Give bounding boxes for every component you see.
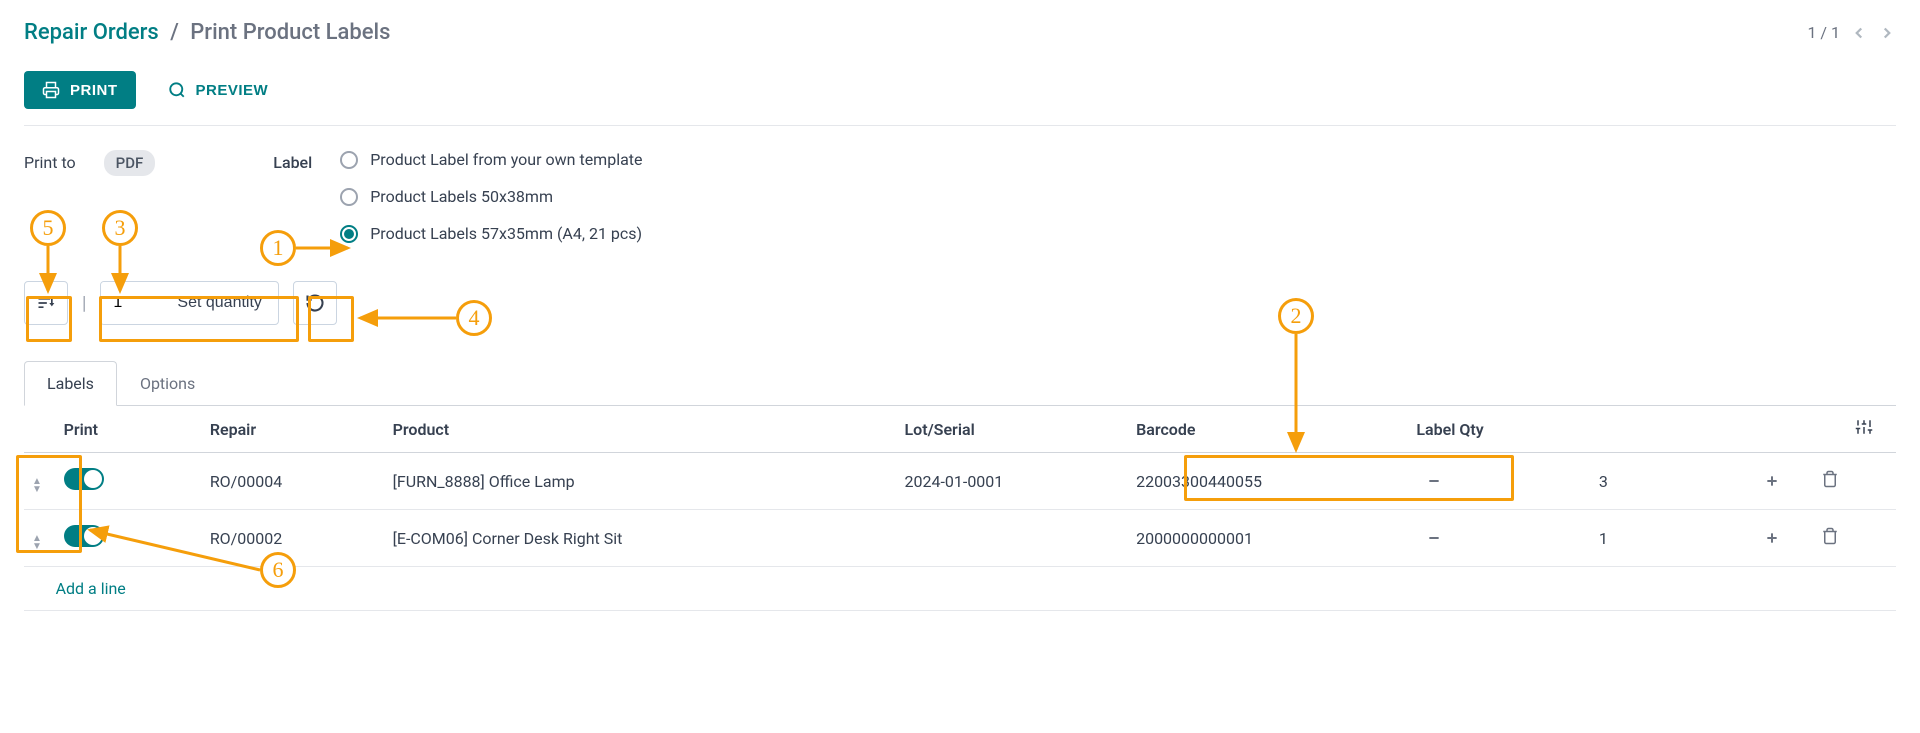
breadcrumb: Repair Orders / Print Product Labels [24, 20, 390, 45]
undo-icon [305, 293, 325, 313]
sliders-icon [1855, 418, 1873, 436]
cell-lot[interactable]: 2024-01-0001 [897, 453, 1129, 510]
header-lot: Lot/Serial [897, 406, 1129, 453]
radio-option-label: Product Label from your own template [370, 150, 642, 169]
label-radio-group: Product Label from your own template Pro… [340, 150, 642, 243]
plus-icon [1764, 473, 1780, 489]
qty-stepper: 1 [1416, 522, 1790, 554]
header-print: Print [56, 406, 202, 453]
action-bar: PRINT PREVIEW [24, 63, 1896, 126]
radio-circle-icon [340, 225, 358, 243]
pager: 1 / 1 [1807, 23, 1896, 42]
print-to-value[interactable]: PDF [104, 150, 156, 176]
trash-icon [1821, 470, 1839, 488]
sort-desc-icon [36, 293, 56, 313]
tab-options[interactable]: Options [117, 361, 218, 406]
divider: | [82, 293, 86, 314]
preview-button-label: PREVIEW [196, 82, 269, 99]
search-icon [168, 81, 186, 99]
print-toggle[interactable] [64, 468, 104, 490]
header-repair: Repair [202, 406, 385, 453]
qty-stepper: 3 [1416, 465, 1790, 497]
breadcrumb-root[interactable]: Repair Orders [24, 20, 159, 45]
table-row: ▲▼ RO/00004 [FURN_8888] Office Lamp 2024… [24, 453, 1896, 510]
radio-option-50x38[interactable]: Product Labels 50x38mm [340, 187, 642, 206]
qty-value[interactable]: 3 [1452, 472, 1754, 491]
radio-option-label: Product Labels 57x35mm (A4, 21 pcs) [370, 224, 642, 243]
table-settings-button[interactable] [1855, 418, 1873, 436]
cell-lot[interactable] [897, 510, 1129, 567]
delete-row-button[interactable] [1821, 527, 1839, 545]
radio-circle-icon [340, 188, 358, 206]
labels-table: Print Repair Product Lot/Serial Barcode … [24, 406, 1896, 611]
cell-repair: RO/00002 [202, 510, 385, 567]
pager-text: 1 / 1 [1807, 23, 1840, 42]
minus-icon [1426, 473, 1442, 489]
drag-handle[interactable]: ▲▼ [32, 478, 42, 494]
trash-icon [1821, 527, 1839, 545]
table-row: ▲▼ RO/00002 [E-COM06] Corner Desk Right … [24, 510, 1896, 567]
header-barcode: Barcode [1128, 406, 1408, 453]
print-to-label: Print to [24, 150, 76, 172]
tab-labels[interactable]: Labels [24, 361, 117, 406]
qty-decrease-button[interactable] [1416, 465, 1452, 497]
preview-button[interactable]: PREVIEW [160, 71, 277, 109]
pager-prev[interactable] [1850, 24, 1868, 42]
radio-option-own-template[interactable]: Product Label from your own template [340, 150, 642, 169]
radio-circle-icon [340, 151, 358, 169]
print-button[interactable]: PRINT [24, 71, 136, 109]
qty-decrease-button[interactable] [1416, 522, 1452, 554]
cell-barcode: 2000000000001 [1128, 510, 1408, 567]
chevron-right-icon [1878, 24, 1896, 42]
breadcrumb-sep: / [170, 20, 179, 45]
print-toggle[interactable] [64, 525, 104, 547]
radio-option-label: Product Labels 50x38mm [370, 187, 553, 206]
header-label-qty: Label Qty [1408, 406, 1798, 453]
print-button-label: PRINT [70, 82, 118, 99]
cell-product[interactable]: [E-COM06] Corner Desk Right Sit [385, 510, 897, 567]
plus-icon [1764, 530, 1780, 546]
drag-handle[interactable]: ▲▼ [32, 535, 42, 551]
breadcrumb-row: Repair Orders / Print Product Labels 1 /… [24, 0, 1896, 63]
header-product: Product [385, 406, 897, 453]
cell-product[interactable]: [FURN_8888] Office Lamp [385, 453, 897, 510]
add-line-button[interactable]: Add a line [56, 579, 126, 598]
qty-increase-button[interactable] [1754, 522, 1790, 554]
label-field-label: Label [273, 150, 312, 172]
tabs: Labels Options [24, 361, 1896, 406]
cell-barcode: 22003300440055 [1128, 453, 1408, 510]
pager-next[interactable] [1878, 24, 1896, 42]
radio-option-57x35[interactable]: Product Labels 57x35mm (A4, 21 pcs) [340, 224, 642, 243]
delete-row-button[interactable] [1821, 470, 1839, 488]
cell-repair: RO/00004 [202, 453, 385, 510]
chevron-left-icon [1850, 24, 1868, 42]
reset-button[interactable] [293, 281, 337, 325]
controls-row: | Set quantity [24, 281, 1896, 325]
qty-increase-button[interactable] [1754, 465, 1790, 497]
quantity-input[interactable] [101, 282, 161, 324]
qty-value[interactable]: 1 [1452, 529, 1754, 548]
set-quantity-button[interactable]: Set quantity [161, 282, 278, 324]
printer-icon [42, 81, 60, 99]
breadcrumb-current: Print Product Labels [190, 20, 390, 45]
table-row-add: Add a line [24, 567, 1896, 611]
minus-icon [1426, 530, 1442, 546]
set-quantity-group: Set quantity [100, 281, 279, 325]
sort-button[interactable] [24, 281, 68, 325]
